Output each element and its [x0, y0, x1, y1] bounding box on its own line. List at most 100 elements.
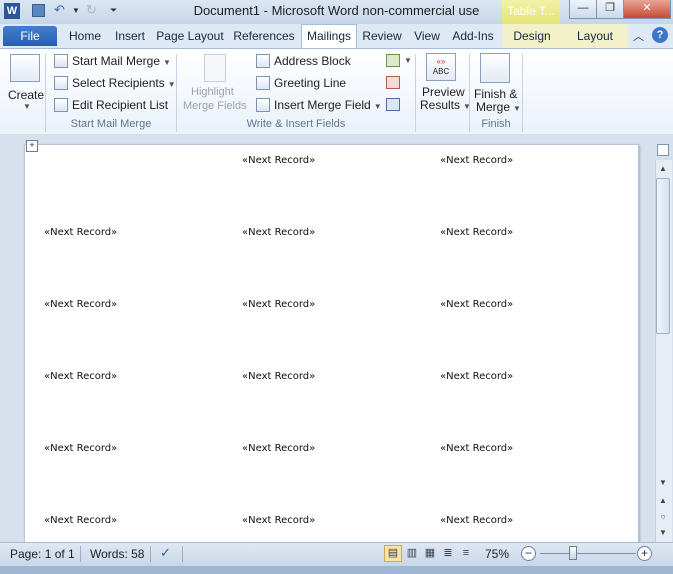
finish-merge-label-2-text: Merge [476, 100, 511, 114]
minimize-ribbon-icon[interactable]: ︿ [633, 28, 644, 44]
maximize-button[interactable]: ❐ [596, 0, 624, 19]
next-page-icon[interactable]: ▼ [655, 526, 671, 540]
next-record-field[interactable]: «Next Record» [440, 227, 513, 238]
highlight-merge-fields-icon [204, 54, 226, 82]
preview-results-icon[interactable]: «» ABC [426, 53, 456, 81]
update-labels-icon[interactable] [386, 98, 400, 111]
next-record-field[interactable]: «Next Record» [242, 443, 315, 454]
greeting-line-button[interactable]: Greeting Line [256, 74, 346, 92]
preview-results-label-1[interactable]: Preview [422, 85, 465, 99]
tab-page-layout[interactable]: Page Layout [155, 25, 225, 47]
tab-design[interactable]: Design [507, 25, 557, 47]
chevron-down-icon: ▼ [167, 80, 176, 89]
tab-review[interactable]: Review [360, 25, 404, 47]
next-record-field[interactable]: «Next Record» [44, 443, 117, 454]
rules-dropdown-icon[interactable]: ▼ [404, 56, 412, 65]
rules-icon[interactable] [386, 54, 400, 67]
ruler-toggle-icon[interactable] [657, 144, 669, 156]
tab-view[interactable]: View [410, 25, 444, 47]
start-mail-merge-icon [54, 54, 68, 68]
next-record-field[interactable]: «Next Record» [440, 155, 513, 166]
tab-insert[interactable]: Insert [111, 25, 149, 47]
finish-merge-icon[interactable] [480, 53, 510, 83]
zoom-out-icon[interactable]: − [521, 546, 536, 561]
status-divider [80, 546, 81, 562]
finish-merge-label-1[interactable]: Finish & [474, 87, 517, 101]
insert-merge-field-button[interactable]: Insert Merge Field ▼ [256, 96, 382, 114]
group-label-write-insert-fields: Write & Insert Fields [246, 118, 346, 130]
next-record-field[interactable]: «Next Record» [242, 155, 315, 166]
document-page[interactable] [24, 144, 639, 544]
tab-add-ins[interactable]: Add-Ins [449, 25, 497, 47]
start-mail-merge-button[interactable]: Start Mail Merge ▼ [54, 52, 171, 70]
insert-merge-field-label: Insert Merge Field [274, 98, 371, 112]
next-record-field[interactable]: «Next Record» [440, 515, 513, 526]
start-mail-merge-label: Start Mail Merge [72, 54, 161, 68]
recipients-icon [54, 76, 68, 90]
finish-merge-label-2[interactable]: Merge ▼ [476, 100, 521, 114]
outline-icon[interactable]: ≣ [439, 545, 457, 562]
scroll-down-icon[interactable]: ▼ [655, 476, 671, 490]
scroll-thumb[interactable] [656, 178, 670, 334]
tab-references[interactable]: References [233, 25, 295, 47]
zoom-in-icon[interactable]: + [637, 546, 652, 561]
greeting-line-icon [256, 76, 270, 90]
tab-file[interactable]: File [3, 26, 57, 46]
match-fields-icon[interactable] [386, 76, 400, 89]
full-screen-reading-icon[interactable]: ▥ [403, 545, 421, 562]
next-record-field[interactable]: «Next Record» [44, 227, 117, 238]
next-record-field[interactable]: «Next Record» [44, 371, 117, 382]
preview-results-label-2[interactable]: Results ▼ [420, 98, 471, 112]
address-block-button[interactable]: Address Block [256, 52, 351, 70]
proofing-icon[interactable]: ✓ [160, 545, 171, 561]
web-layout-icon[interactable]: ▦ [421, 545, 439, 562]
close-button[interactable]: ✕ [623, 0, 671, 19]
next-record-field[interactable]: «Next Record» [242, 515, 315, 526]
status-divider [182, 546, 183, 562]
next-record-field[interactable]: «Next Record» [44, 299, 117, 310]
tab-mailings[interactable]: Mailings [301, 24, 357, 49]
help-icon[interactable]: ? [652, 27, 668, 43]
page-count[interactable]: Page: 1 of 1 [10, 546, 75, 562]
next-record-field[interactable]: «Next Record» [44, 515, 117, 526]
minimize-button[interactable]: — [569, 0, 597, 19]
chevron-down-icon: ▼ [513, 104, 521, 113]
group-separator [415, 54, 416, 132]
taskbar-strip [0, 566, 673, 574]
contextual-tab-table-tools: Table T... [502, 0, 560, 24]
create-dropdown-icon[interactable]: ▼ [23, 102, 31, 111]
next-record-field[interactable]: «Next Record» [440, 299, 513, 310]
group-label-start-mail-merge: Start Mail Merge [70, 118, 152, 130]
envelope-icon[interactable] [10, 54, 40, 82]
address-block-label: Address Block [274, 54, 351, 68]
next-record-field[interactable]: «Next Record» [242, 227, 315, 238]
group-separator [522, 54, 523, 132]
chevron-down-icon: ▼ [373, 102, 382, 111]
select-recipients-label: Select Recipients [72, 76, 165, 90]
previous-page-icon[interactable]: ▲ [655, 494, 671, 508]
draft-icon[interactable]: ≡ [457, 545, 475, 562]
select-recipients-button[interactable]: Select Recipients ▼ [54, 74, 176, 92]
edit-list-icon [54, 98, 68, 112]
next-record-field[interactable]: «Next Record» [440, 443, 513, 454]
print-layout-icon[interactable]: ▤ [384, 545, 402, 562]
tab-home[interactable]: Home [66, 25, 104, 47]
zoom-level[interactable]: 75% [485, 546, 509, 562]
chevron-down-icon: ▼ [163, 58, 171, 67]
word-count[interactable]: Words: 58 [90, 546, 144, 562]
greeting-line-label: Greeting Line [274, 76, 347, 90]
edit-recipient-list-button[interactable]: Edit Recipient List [54, 96, 168, 114]
preview-icon-text: ABC [432, 67, 450, 76]
next-record-field[interactable]: «Next Record» [440, 371, 513, 382]
next-record-field[interactable]: «Next Record» [242, 371, 315, 382]
tab-layout[interactable]: Layout [570, 25, 620, 47]
next-record-field[interactable]: «Next Record» [242, 299, 315, 310]
select-browse-object-icon[interactable]: ○ [655, 510, 671, 524]
insert-merge-field-icon [256, 98, 270, 112]
scroll-up-icon[interactable]: ▲ [655, 162, 671, 176]
edit-recipient-list-label: Edit Recipient List [72, 98, 169, 112]
group-separator [45, 54, 46, 132]
zoom-slider-thumb[interactable] [569, 546, 577, 560]
zoom-slider[interactable] [540, 553, 636, 554]
table-move-handle-icon[interactable]: + [26, 140, 38, 152]
